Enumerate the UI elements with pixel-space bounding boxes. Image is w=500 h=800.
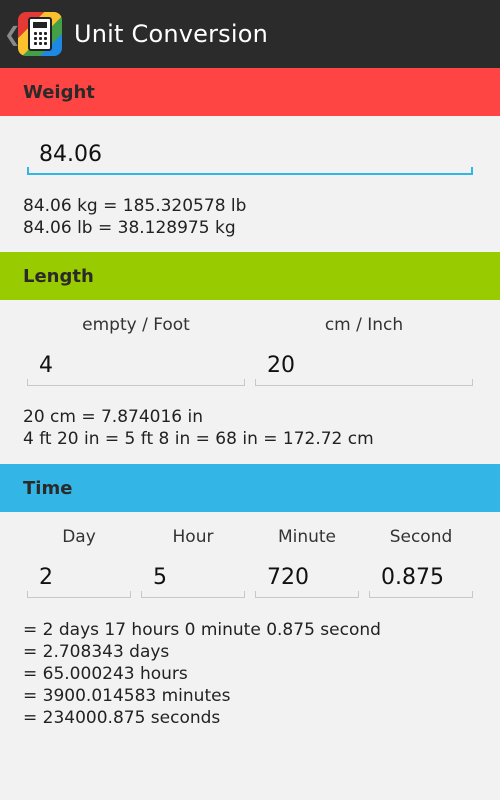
time-result-breakdown: = 2 days 17 hours 0 minute 0.875 second [23, 620, 381, 640]
length-inch-input[interactable]: 20 [255, 346, 473, 386]
time-day-label: Day [62, 527, 96, 547]
back-arrow-icon[interactable]: ❮ [4, 22, 21, 46]
weight-result-kg: 84.06 kg = 185.320578 lb [23, 196, 247, 216]
weight-section-header: Weight [0, 68, 500, 116]
time-minute-input[interactable]: 720 [255, 558, 359, 598]
length-header-label: Length [23, 265, 94, 287]
weight-result-lb: 84.06 lb = 38.128975 kg [23, 218, 236, 238]
length-foot-input[interactable]: 4 [27, 346, 245, 386]
action-bar: ❮ Unit Conversion [0, 0, 500, 68]
length-section-header: Length [0, 252, 500, 300]
time-result-seconds: = 234000.875 seconds [23, 708, 221, 728]
length-result-total: 4 ft 20 in = 5 ft 8 in = 68 in = 172.72 … [23, 429, 374, 449]
time-day-input[interactable]: 2 [27, 558, 131, 598]
weight-results: 84.06 kg = 185.320578 lb 84.06 lb = 38.1… [23, 195, 246, 239]
length-foot-label: empty / Foot [82, 315, 190, 335]
length-result-cm: 20 cm = 7.874016 in [23, 407, 204, 427]
weight-header-label: Weight [23, 81, 95, 103]
time-second-input[interactable]: 0.875 [369, 558, 473, 598]
time-result-minutes: = 3900.014583 minutes [23, 686, 231, 706]
length-results: 20 cm = 7.874016 in 4 ft 20 in = 5 ft 8 … [23, 406, 374, 450]
weight-input[interactable]: 84.06 [27, 135, 473, 175]
time-second-label: Second [389, 527, 453, 547]
time-hour-label: Hour [172, 527, 214, 547]
calculator-icon[interactable] [18, 12, 62, 56]
app-title: Unit Conversion [74, 20, 269, 48]
time-header-label: Time [23, 477, 73, 499]
time-minute-label: Minute [277, 527, 337, 547]
time-section-header: Time [0, 464, 500, 512]
time-hour-input[interactable]: 5 [141, 558, 245, 598]
time-results: = 2 days 17 hours 0 minute 0.875 second … [23, 619, 381, 729]
time-result-days: = 2.708343 days [23, 642, 170, 662]
time-result-hours: = 65.000243 hours [23, 664, 188, 684]
length-inch-label: cm / Inch [324, 315, 404, 335]
